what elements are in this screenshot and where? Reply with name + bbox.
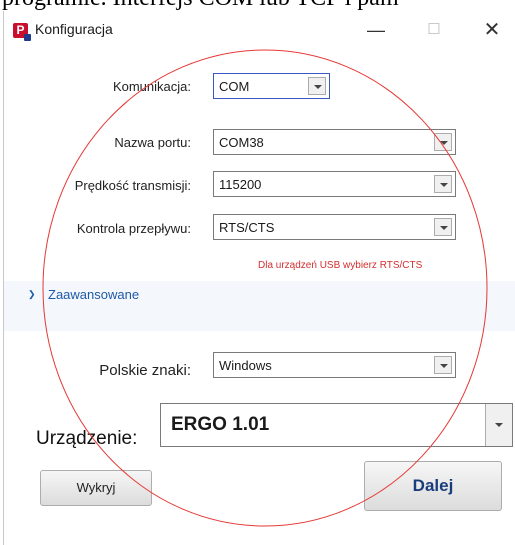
polish-chars-select[interactable]: Windows — [213, 352, 456, 378]
configuration-window: P Konfiguracja — ☐ ✕ Komunikacja: COM Na… — [3, 11, 515, 545]
chevron-down-icon[interactable] — [434, 356, 452, 374]
window-title: Konfiguracja — [35, 21, 113, 37]
expand-chevron-icon[interactable]: ❯ — [28, 289, 36, 300]
chevron-down-icon[interactable] — [434, 133, 452, 151]
chevron-down-icon[interactable] — [485, 404, 512, 446]
app-icon: P — [13, 23, 31, 41]
baud-rate-value: 115200 — [219, 177, 262, 192]
polish-chars-value: Windows — [219, 358, 272, 373]
chevron-down-icon[interactable] — [434, 175, 452, 193]
baud-rate-select[interactable]: 115200 — [213, 171, 456, 197]
maximize-button[interactable]: ☐ — [411, 15, 457, 45]
baud-rate-label: Prędkość transmisji: — [74, 178, 191, 193]
advanced-toggle[interactable]: Zaawansowane — [48, 287, 139, 302]
detect-button[interactable]: Wykryj — [40, 470, 152, 506]
flow-control-value: RTS/CTS — [219, 220, 275, 235]
port-name-label: Nazwa portu: — [114, 135, 191, 150]
close-button[interactable]: ✕ — [469, 15, 515, 45]
device-value: ERGO 1.01 — [171, 414, 270, 435]
background-document-text: programie. Interfejs COM lub TCP i pam — [0, 0, 515, 10]
chevron-down-icon[interactable] — [308, 77, 326, 95]
communication-label: Komunikacja: — [112, 79, 191, 94]
port-name-select[interactable]: COM38 — [213, 129, 456, 155]
device-select[interactable]: ERGO 1.01 — [160, 403, 513, 447]
next-button[interactable]: Dalej — [364, 461, 502, 511]
communication-value: COM — [219, 79, 250, 94]
title-bar: P Konfiguracja — ☐ ✕ — [4, 11, 515, 47]
usb-hint-text: Dla urządzeń USB wybierz RTS/CTS — [258, 260, 423, 271]
communication-select[interactable]: COM — [213, 73, 330, 99]
minimize-button[interactable]: — — [353, 15, 399, 45]
flow-control-select[interactable]: RTS/CTS — [213, 214, 456, 240]
polish-chars-label: Polskie znaki: — [99, 362, 191, 379]
chevron-down-icon[interactable] — [434, 218, 452, 236]
flow-control-label: Kontrola przepływu: — [76, 221, 191, 236]
device-label: Urządzenie: — [36, 428, 138, 449]
port-name-value: COM38 — [219, 135, 264, 150]
